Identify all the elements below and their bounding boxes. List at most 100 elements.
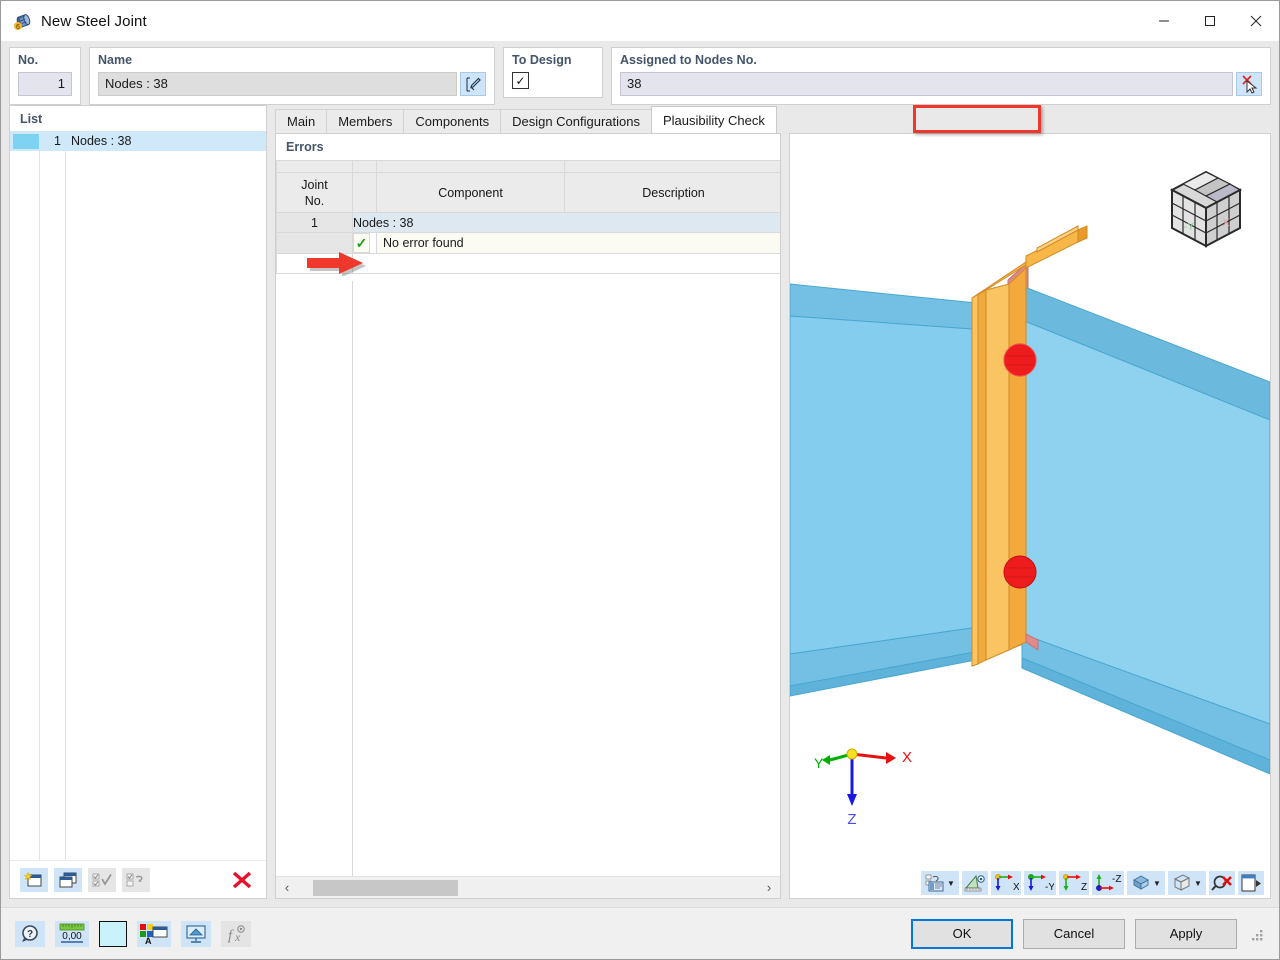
maximize-button[interactable] [1187,1,1233,41]
view-cube-label-left: -Y [1184,221,1196,233]
rendering-mode-button[interactable]: ▼ [1127,871,1165,895]
empty-cell-rest [352,253,780,274]
viewport-toolbar: ▼ -Y Z -Z ▼ ▼ [790,868,1270,898]
tab-highlight-annotation [913,105,1041,133]
pick-cursor-icon[interactable] [1236,72,1262,96]
svg-text:X: X [902,749,912,766]
assigned-nodes-row: 38 [620,72,1262,96]
window-title: New Steel Joint [41,12,147,30]
column-header-joint-no[interactable]: Joint No. [276,172,353,213]
column-header-description[interactable]: Description [564,172,780,213]
tab-members[interactable]: Members [326,109,405,133]
table-row[interactable]: 1 Nodes : 38 [276,212,780,233]
copy-joint-button[interactable] [54,867,82,892]
svg-text:6: 6 [16,24,20,31]
name-field-row: Nodes : 38 [98,72,486,96]
new-steel-joint-dialog: 6 New Steel Joint No. 1 Name Nodes : 38 [0,0,1280,960]
cancel-button[interactable]: Cancel [1023,918,1125,949]
empty-cell-1 [276,253,353,274]
column-header-status[interactable] [352,172,377,213]
tab-plausibility-check[interactable]: Plausibility Check [651,106,777,133]
display-settings-button[interactable]: A [137,920,171,947]
tab-main[interactable]: Main [275,109,328,133]
view-in-x-button[interactable]: X [991,871,1021,895]
print-view-button[interactable] [1238,871,1264,895]
apply-button[interactable]: Apply [1135,918,1237,949]
errors-panel: Errors Joint No. Component Description 1… [275,133,781,899]
list-item[interactable]: 1 Nodes : 38 [10,131,266,151]
ok-button[interactable]: OK [911,918,1013,949]
tab-design-configurations[interactable]: Design Configurations [500,109,652,133]
model-viewport[interactable]: -Y X X Y Z ▼ -Y Z -Z ▼ ▼ [789,133,1271,899]
svg-text:Z: Z [1081,882,1087,892]
chevron-down-icon: ▼ [1194,878,1202,888]
header-fields-row: No. 1 Name Nodes : 38 To Design ✓ Assign… [1,41,1279,105]
row-joint-no [276,232,353,254]
header-strip-cell-1 [276,160,353,173]
errors-horizontal-scrollbar[interactable]: ‹ › [276,876,780,898]
table-header-row: Joint No. Component Description [276,172,780,213]
svg-text:A: A [145,936,152,945]
to-design-checkbox[interactable]: ✓ [512,72,529,89]
svg-text:0,00: 0,00 [62,931,82,942]
view-in-negative-y-button[interactable]: -Y [1024,871,1056,895]
scroll-right-arrow-icon[interactable]: › [758,877,780,899]
visibility-button[interactable] [181,920,211,947]
units-button[interactable]: 0,00 [55,920,89,947]
minimize-button[interactable] [1141,1,1187,41]
tab-content-panes: Errors Joint No. Component Description 1… [275,133,1271,907]
projection-mode-button[interactable]: ▼ [1168,871,1206,895]
name-group: Name Nodes : 38 [89,47,495,105]
column-header-joint-no-line2: No. [304,193,325,208]
measure-button[interactable] [962,871,988,895]
list-item-label: Nodes : 38 [71,134,132,148]
close-button[interactable] [1233,1,1279,41]
errors-table: Joint No. Component Description 1 Nodes … [276,160,780,274]
display-properties-button[interactable]: ▼ [921,871,959,895]
chevron-down-icon: ▼ [1153,878,1161,888]
scrollbar-thumb[interactable] [313,879,458,896]
steel-joint-icon: 6 [13,11,33,31]
svg-text:f: f [228,928,234,944]
assigned-nodes-label: Assigned to Nodes No. [620,53,757,67]
view-in-z-button[interactable]: Z [1059,871,1089,895]
list-item-number: 1 [54,134,61,148]
tab-components[interactable]: Components [403,109,502,133]
table-row[interactable]: ✓ No error found [276,232,780,254]
joint-no-group: No. 1 [9,47,81,105]
table-row-empty [276,253,780,274]
scrollbar-track[interactable] [298,877,758,899]
zoom-reset-button[interactable] [1209,871,1235,895]
assigned-nodes-input[interactable]: 38 [620,72,1233,96]
joint-no-value[interactable]: 1 [18,72,72,96]
row-group-label: Nodes : 38 [352,212,780,233]
joint-no-label: No. [18,53,39,67]
edit-pencil-icon[interactable] [460,72,486,96]
select-all-button [88,867,116,892]
list-body: 1 Nodes : 38 [10,131,266,860]
resize-grip[interactable] [1251,927,1265,941]
scroll-left-arrow-icon[interactable]: ‹ [276,877,298,899]
new-joint-button[interactable] [20,867,48,892]
help-button[interactable]: ? [15,920,45,947]
column-header-component[interactable]: Component [376,172,565,213]
list-column-swatch [10,131,40,860]
svg-text:Y: Y [814,755,824,771]
title-bar: 6 New Steel Joint [1,1,1279,41]
row-message: No error found [376,232,780,254]
view-cube-label-right: X [1222,217,1230,229]
svg-text:-Z: -Z [1112,874,1121,885]
assigned-nodes-group: Assigned to Nodes No. 38 [611,47,1271,105]
delete-joint-button[interactable] [228,868,256,892]
list-toolbar [10,860,266,898]
table-header-strip [276,160,780,173]
name-input[interactable]: Nodes : 38 [98,72,457,96]
to-design-group: To Design ✓ [503,47,603,98]
header-strip-cell-4 [564,160,780,173]
to-design-label: To Design [512,53,572,67]
invert-selection-button [122,867,150,892]
bottom-bar: ? 0,00 A f x OK Cancel Apply [1,907,1279,959]
color-swatch-button[interactable] [99,920,127,947]
svg-text:X: X [1013,882,1019,892]
view-in-negative-z-button[interactable]: -Z [1092,871,1124,895]
